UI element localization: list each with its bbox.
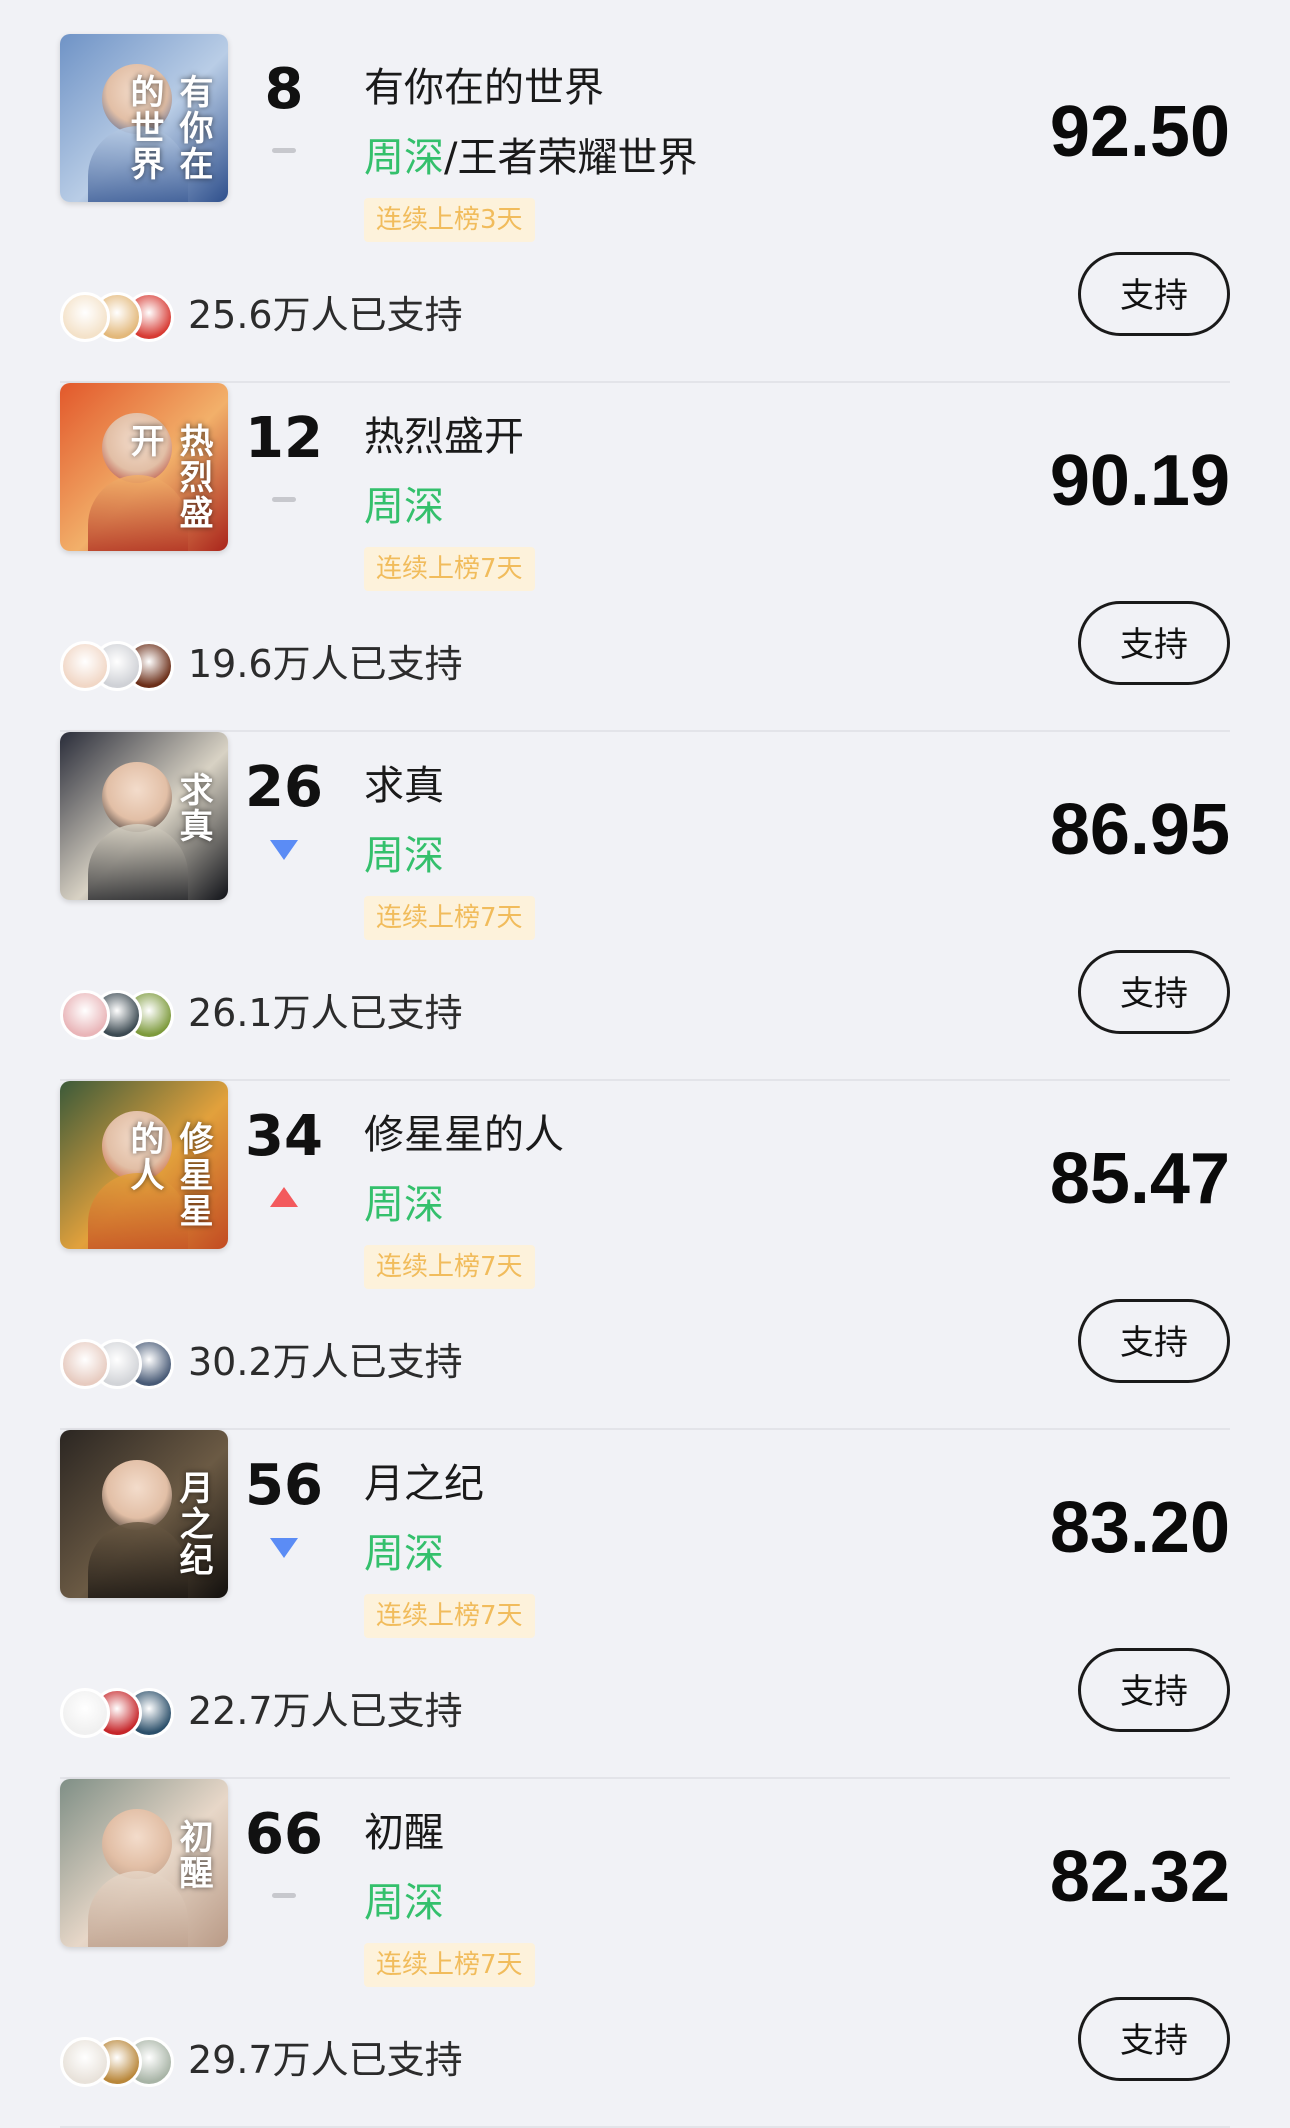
artist-link[interactable]: 周深 <box>364 833 444 879</box>
support-button[interactable]: 支持 <box>1078 950 1230 1034</box>
trend-flat-icon <box>272 138 296 162</box>
ranking-item[interactable]: 修星星的人 34 修星星的人 周深 连续上榜7天 85.47 30.2万人已支持… <box>60 1081 1230 1430</box>
supporter-avatars[interactable] <box>60 1339 180 1391</box>
song-title[interactable]: 初醒 <box>364 1813 444 1853</box>
chart-streak-badge: 连续上榜3天 <box>364 198 535 242</box>
supporter-avatars[interactable] <box>60 990 180 1042</box>
ranking-item[interactable]: 有你在的世界 8 有你在的世界 周深/王者荣耀世界 连续上榜3天 92.50 2… <box>60 34 1230 383</box>
artist-line: 周深/王者荣耀世界 <box>364 138 697 178</box>
cover-title: 初醒 <box>173 1819 213 1891</box>
rank-number: 66 <box>245 1802 323 1867</box>
song-title[interactable]: 月之纪 <box>364 1464 484 1504</box>
rank-number: 8 <box>264 57 304 122</box>
supporter-count: 22.7万人已支持 <box>188 1689 463 1733</box>
score-value: 85.47 <box>1049 1139 1230 1219</box>
ranking-item[interactable]: 月之纪 56 月之纪 周深 连续上榜7天 83.20 22.7万人已支持 支持 <box>60 1430 1230 1779</box>
avatar <box>60 1688 110 1738</box>
support-button[interactable]: 支持 <box>1078 1997 1230 2081</box>
score-value: 92.50 <box>1049 92 1230 172</box>
album-cover[interactable]: 月之纪 <box>60 1430 228 1598</box>
score-value: 82.32 <box>1049 1837 1230 1917</box>
rank-column: 66 <box>228 1779 340 1947</box>
artist-line: 周深 <box>364 836 444 876</box>
rank-column: 56 <box>228 1430 340 1598</box>
artist-line: 周深 <box>364 1883 444 1923</box>
chart-streak-badge: 连续上榜7天 <box>364 1943 535 1987</box>
song-title[interactable]: 修星星的人 <box>364 1115 564 1155</box>
supporter-count: 30.2万人已支持 <box>188 1340 463 1384</box>
trend-down-icon <box>270 1534 298 1558</box>
cover-title: 月之纪 <box>173 1470 213 1578</box>
album-cover[interactable]: 求真 <box>60 732 228 900</box>
cover-title: 热烈盛开 <box>124 423 213 531</box>
artist-link[interactable]: 周深 <box>364 1182 444 1228</box>
cover-portrait <box>102 1809 172 1879</box>
song-title[interactable]: 求真 <box>364 766 444 806</box>
rank-number: 26 <box>245 755 323 820</box>
avatar <box>60 2037 110 2087</box>
artist-link[interactable]: 周深 <box>364 1531 444 1577</box>
ranking-item[interactable]: 热烈盛开 12 热烈盛开 周深 连续上榜7天 90.19 19.6万人已支持 支… <box>60 383 1230 732</box>
rank-number: 34 <box>245 1104 323 1169</box>
trend-down-icon <box>270 836 298 860</box>
rank-column: 8 <box>228 34 340 202</box>
artist-link[interactable]: 周深 <box>364 135 444 181</box>
supporter-count: 19.6万人已支持 <box>188 642 463 686</box>
avatar <box>60 990 110 1040</box>
support-button[interactable]: 支持 <box>1078 601 1230 685</box>
support-button[interactable]: 支持 <box>1078 252 1230 336</box>
supporter-avatars[interactable] <box>60 1688 180 1740</box>
chart-streak-badge: 连续上榜7天 <box>364 896 535 940</box>
avatar <box>60 292 110 342</box>
chart-streak-badge: 连续上榜7天 <box>364 1594 535 1638</box>
artist-link[interactable]: 周深 <box>364 484 444 530</box>
album-cover[interactable]: 热烈盛开 <box>60 383 228 551</box>
supporter-avatars[interactable] <box>60 641 180 693</box>
artist-separator: / <box>444 135 458 181</box>
supporter-avatars[interactable] <box>60 2037 180 2089</box>
artist-line: 周深 <box>364 1534 444 1574</box>
ranking-item[interactable]: 初醒 66 初醒 周深 连续上榜7天 82.32 29.7万人已支持 支持 <box>60 1779 1230 2128</box>
rank-column: 12 <box>228 383 340 551</box>
song-title[interactable]: 有你在的世界 <box>364 68 604 108</box>
rank-number: 56 <box>245 1453 323 1518</box>
score-value: 83.20 <box>1049 1488 1230 1568</box>
artist-link-secondary[interactable]: 王者荣耀世界 <box>457 135 697 181</box>
support-button[interactable]: 支持 <box>1078 1299 1230 1383</box>
cover-title: 修星星的人 <box>124 1121 213 1229</box>
artist-line: 周深 <box>364 487 444 527</box>
song-title[interactable]: 热烈盛开 <box>364 417 524 457</box>
cover-portrait <box>102 762 172 832</box>
trend-flat-icon <box>272 487 296 511</box>
cover-title: 有你在的世界 <box>124 74 213 182</box>
artist-link[interactable]: 周深 <box>364 1880 444 1926</box>
trend-up-icon <box>270 1185 298 1209</box>
supporter-avatars[interactable] <box>60 292 180 344</box>
ranking-item[interactable]: 求真 26 求真 周深 连续上榜7天 86.95 26.1万人已支持 支持 <box>60 732 1230 1081</box>
score-value: 86.95 <box>1049 790 1230 870</box>
avatar <box>60 641 110 691</box>
score-value: 90.19 <box>1049 441 1230 521</box>
album-cover[interactable]: 初醒 <box>60 1779 228 1947</box>
chart-streak-badge: 连续上榜7天 <box>364 1245 535 1289</box>
album-cover[interactable]: 有你在的世界 <box>60 34 228 202</box>
trend-flat-icon <box>272 1883 296 1907</box>
supporter-count: 29.7万人已支持 <box>188 2038 463 2082</box>
chart-streak-badge: 连续上榜7天 <box>364 547 535 591</box>
artist-line: 周深 <box>364 1185 444 1225</box>
rank-column: 26 <box>228 732 340 900</box>
cover-title: 求真 <box>173 772 213 844</box>
rank-column: 34 <box>228 1081 340 1249</box>
rank-number: 12 <box>245 406 323 471</box>
support-button[interactable]: 支持 <box>1078 1648 1230 1732</box>
avatar <box>60 1339 110 1389</box>
cover-portrait <box>102 1460 172 1530</box>
supporter-count: 26.1万人已支持 <box>188 991 463 1035</box>
supporter-count: 25.6万人已支持 <box>188 293 463 337</box>
album-cover[interactable]: 修星星的人 <box>60 1081 228 1249</box>
